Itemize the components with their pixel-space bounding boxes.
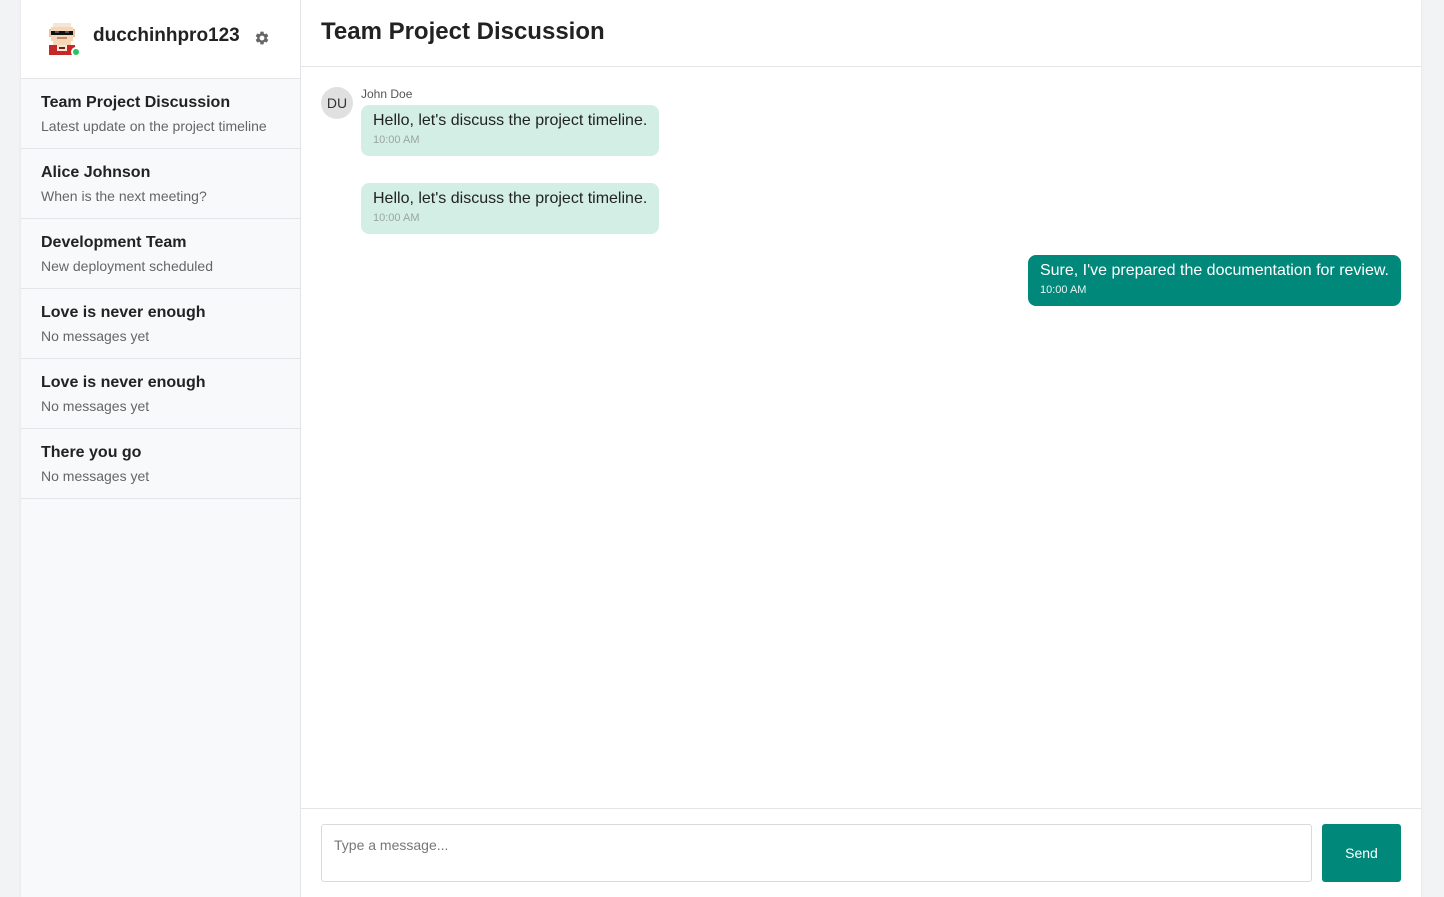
conversation-item[interactable]: Development Team New deployment schedule… bbox=[21, 219, 300, 289]
conversation-title: Love is never enough bbox=[41, 374, 206, 391]
conversation-preview: New deployment scheduled bbox=[41, 258, 213, 274]
online-status-dot bbox=[71, 47, 81, 57]
conversation-preview: No messages yet bbox=[41, 468, 150, 484]
sidebar: ducchinhpro123 Team Project Discussion L… bbox=[21, 0, 301, 897]
message-time: 10:00 AM bbox=[1039, 284, 1087, 296]
sender-name: John Doe bbox=[361, 87, 413, 101]
sender-avatar[interactable]: DU bbox=[321, 87, 353, 119]
conversation-item[interactable]: Alice Johnson When is the next meeting? bbox=[21, 149, 300, 219]
conversation-item[interactable]: Team Project Discussion Latest update on… bbox=[21, 79, 300, 149]
conversation-title: Development Team bbox=[41, 234, 187, 251]
user-profile: ducchinhpro123 bbox=[21, 0, 300, 79]
message-bubble: Sure, I've prepared the documentation fo… bbox=[1027, 255, 1401, 306]
chat-title: Team Project Discussion bbox=[321, 18, 605, 45]
chat-app: ducchinhpro123 Team Project Discussion L… bbox=[21, 0, 1421, 897]
conversation-title: Alice Johnson bbox=[41, 164, 151, 181]
conversation-item[interactable]: Love is never enough No messages yet bbox=[21, 289, 300, 359]
message-bubble: Hello, let's discuss the project timelin… bbox=[361, 183, 660, 234]
message-bubble: Hello, let's discuss the project timelin… bbox=[361, 105, 660, 156]
message-text: Hello, let's discuss the project timelin… bbox=[373, 190, 648, 207]
send-button[interactable]: Send bbox=[1322, 824, 1401, 882]
conversation-preview: Latest update on the project timeline bbox=[41, 118, 267, 134]
avatar[interactable] bbox=[45, 21, 81, 57]
chat-panel: Team Project Discussion DU John Doe Hell… bbox=[301, 0, 1421, 897]
message-time: 10:00 AM bbox=[373, 212, 420, 224]
conversation-title: Team Project Discussion bbox=[41, 94, 231, 111]
conversation-preview: No messages yet bbox=[41, 328, 150, 344]
conversation-preview: No messages yet bbox=[41, 398, 150, 414]
message-text: Sure, I've prepared the documentation fo… bbox=[1039, 262, 1389, 279]
username: ducchinhpro123 bbox=[93, 25, 240, 46]
conversation-item[interactable]: Love is never enough No messages yet bbox=[21, 359, 300, 429]
conversation-list: Team Project Discussion Latest update on… bbox=[21, 79, 300, 897]
message-input[interactable] bbox=[321, 824, 1312, 882]
message-time: 10:00 AM bbox=[373, 134, 420, 146]
chat-header: Team Project Discussion bbox=[301, 0, 1421, 67]
message-composer: Send bbox=[301, 808, 1421, 897]
message-incoming: Hello, let's discuss the project timelin… bbox=[361, 183, 660, 234]
message-text: Hello, let's discuss the project timelin… bbox=[373, 112, 648, 129]
gear-icon[interactable] bbox=[254, 30, 270, 46]
conversation-title: Love is never enough bbox=[41, 304, 206, 321]
message-list[interactable]: DU John Doe Hello, let's discuss the pro… bbox=[301, 67, 1421, 808]
message-incoming: DU John Doe Hello, let's discuss the pro… bbox=[321, 87, 660, 156]
message-outgoing: Sure, I've prepared the documentation fo… bbox=[1027, 255, 1401, 306]
conversation-title: There you go bbox=[41, 444, 142, 461]
conversation-item[interactable]: There you go No messages yet bbox=[21, 429, 300, 499]
conversation-preview: When is the next meeting? bbox=[41, 188, 207, 204]
